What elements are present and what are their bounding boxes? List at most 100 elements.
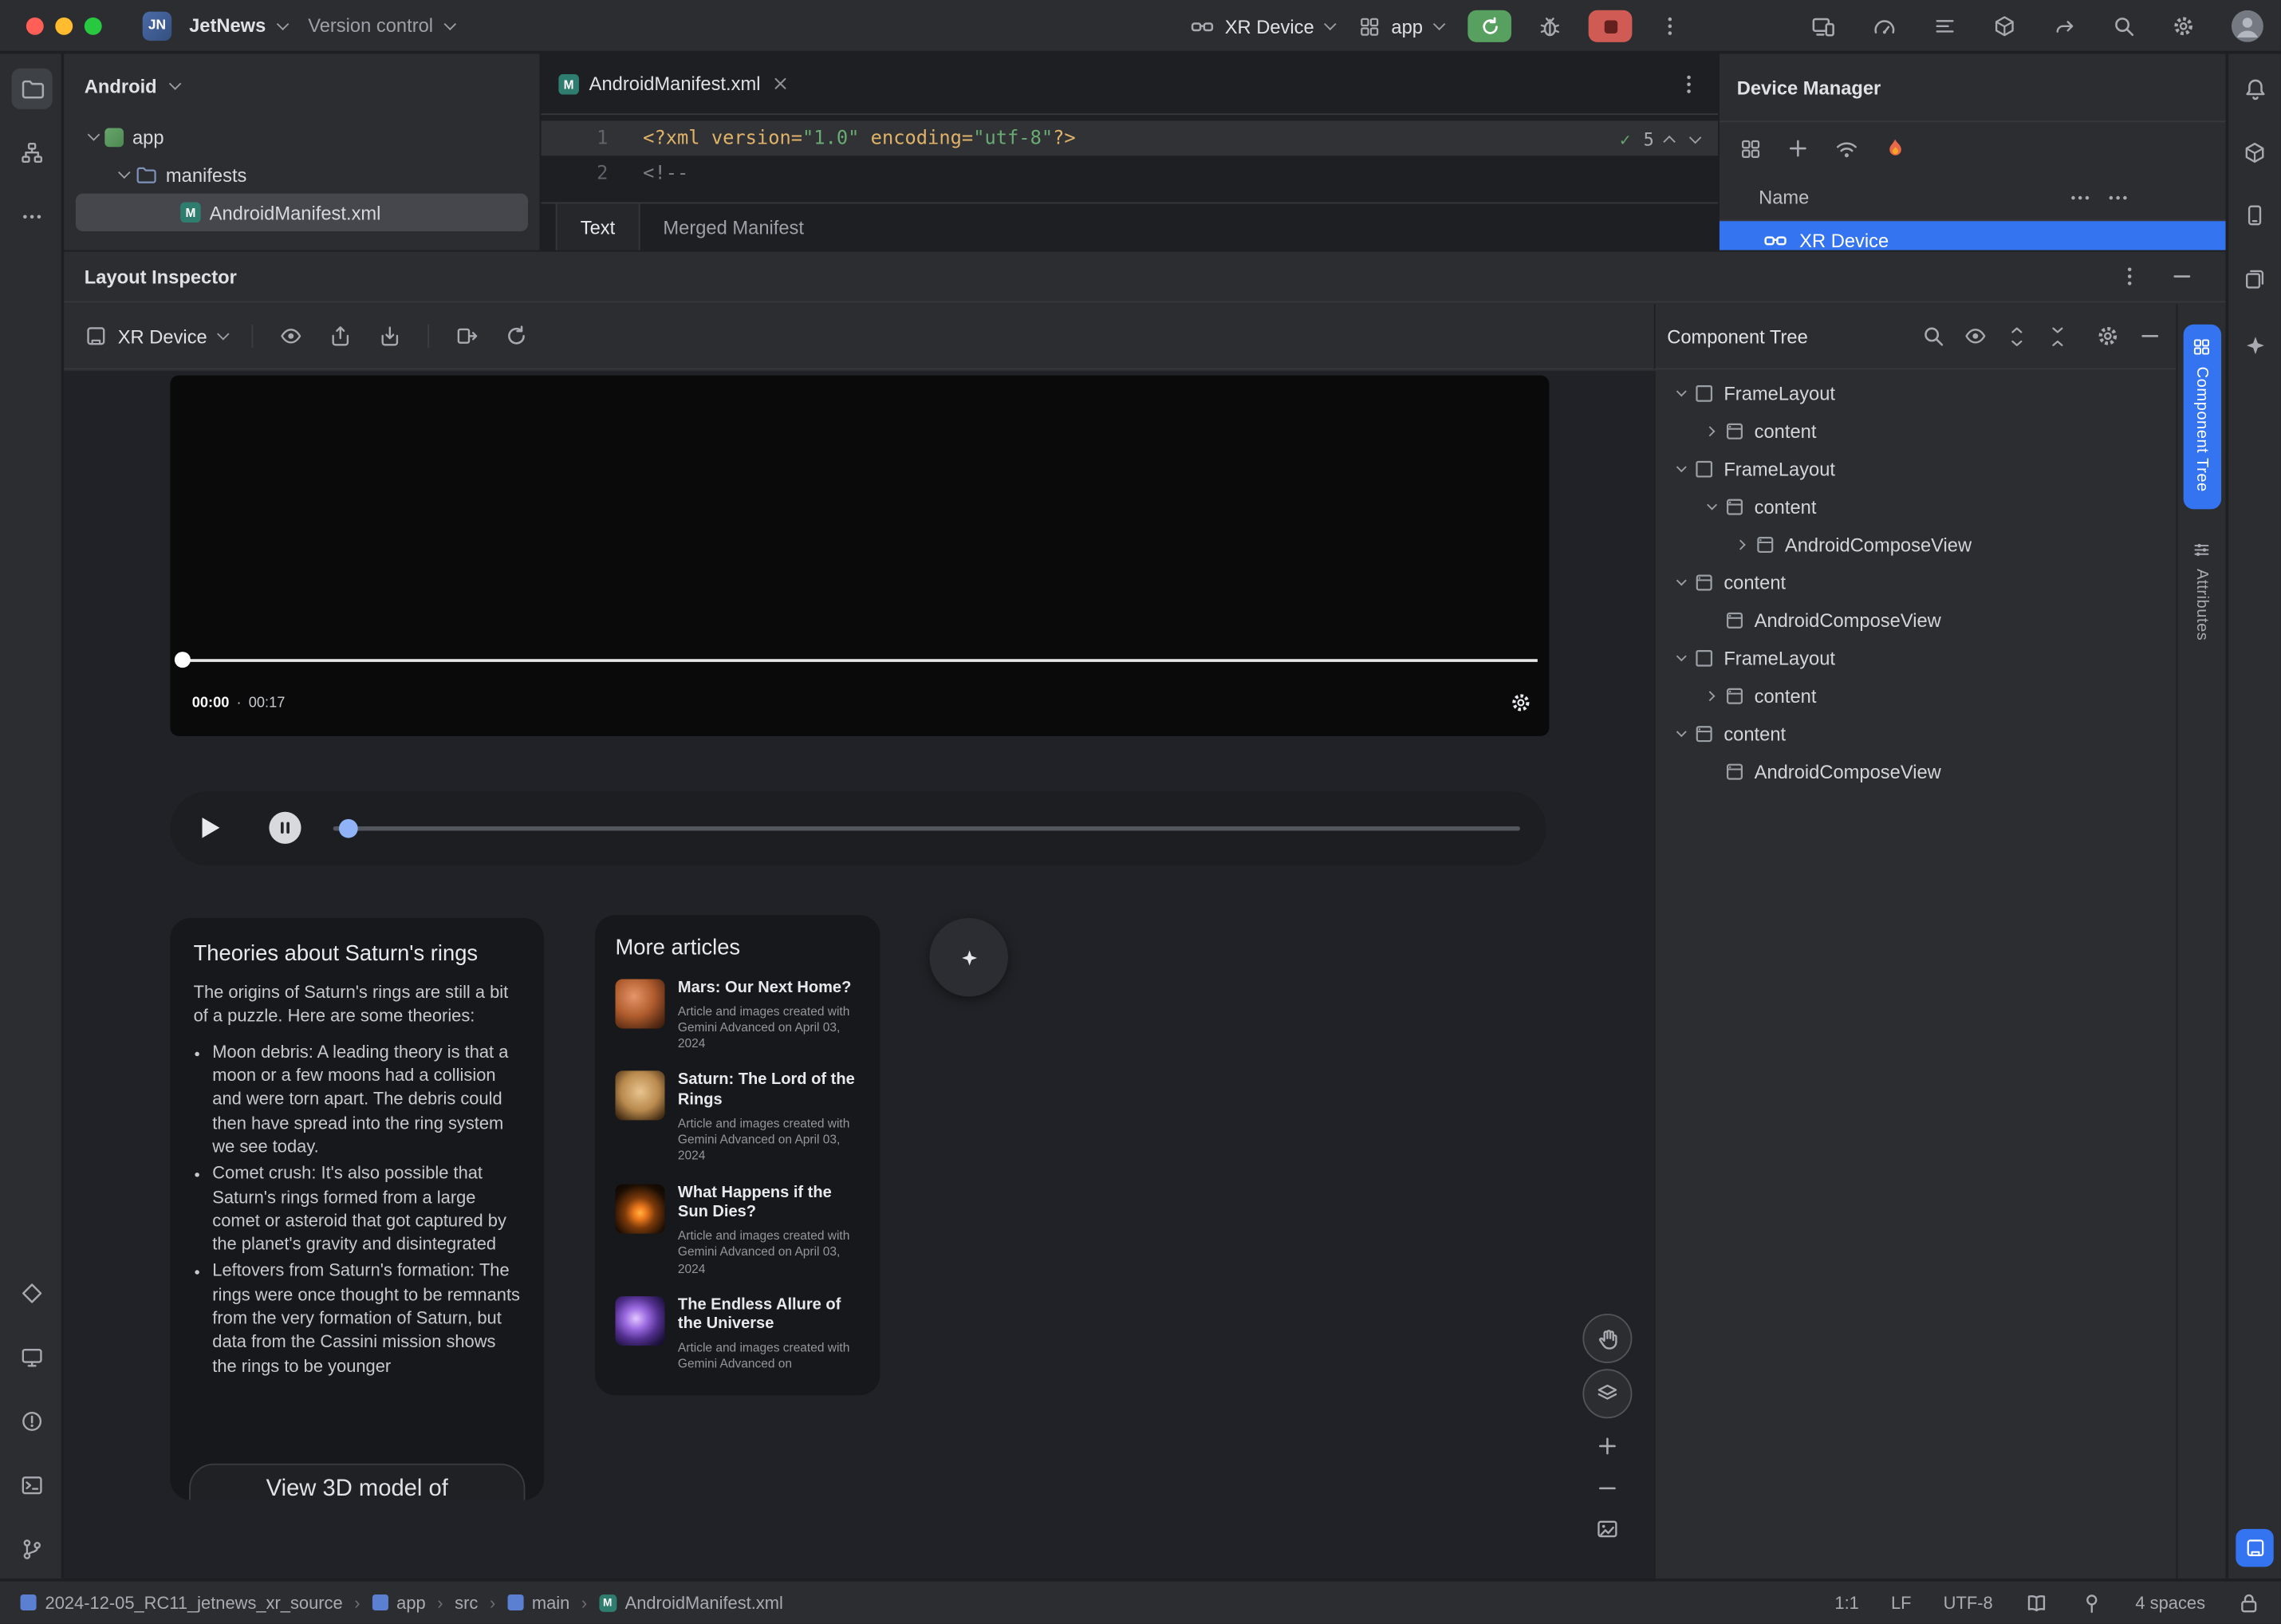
chevron-down-icon[interactable] (1667, 385, 1692, 396)
search-icon[interactable] (2112, 14, 2135, 37)
chevron-down-icon[interactable] (1697, 499, 1722, 510)
pin-icon[interactable] (2080, 1590, 2103, 1614)
component-tree-node[interactable]: FrameLayout (1656, 374, 2177, 412)
breadcrumb-item[interactable]: M AndroidManifest.xml (598, 1592, 783, 1613)
layout-inspector-button[interactable] (2236, 1528, 2274, 1567)
view-3d-model-button[interactable]: View 3D model of (189, 1463, 526, 1500)
row-options-icon[interactable] (2106, 186, 2129, 209)
close-window-button[interactable] (26, 16, 44, 34)
tree-settings-icon[interactable] (2096, 325, 2119, 348)
column-options-icon[interactable] (2069, 186, 2092, 209)
minimize-window-button[interactable] (55, 16, 73, 34)
zoom-window-button[interactable] (84, 16, 102, 34)
stop-button[interactable] (1588, 10, 1633, 42)
problems-button[interactable] (12, 1401, 53, 1441)
tab-text[interactable]: Text (555, 203, 640, 250)
gemini-button[interactable] (2235, 325, 2275, 365)
export-icon[interactable] (456, 325, 479, 348)
settings-icon[interactable] (2172, 14, 2195, 37)
breadcrumb-item[interactable]: 2024-12-05_RC11_jetnews_xr_source (20, 1592, 343, 1613)
code-line[interactable]: 2 <!-- (541, 156, 1718, 191)
debug-button[interactable] (1538, 14, 1562, 38)
refresh-icon[interactable] (506, 325, 529, 348)
inspector-device-selector[interactable]: XR Device (85, 325, 230, 348)
pause-button[interactable] (269, 811, 301, 844)
article-item[interactable]: The Endless Allure of the Universe Articl… (615, 1295, 860, 1374)
app-quality-insights-button[interactable] (12, 1273, 53, 1314)
structure-tool-button[interactable] (12, 132, 53, 173)
article-item[interactable]: What Happens if the Sun Dies? Article and… (615, 1183, 860, 1277)
component-tree-node[interactable]: FrameLayout (1656, 450, 2177, 487)
spatial-mode-button[interactable] (929, 917, 1008, 997)
tree-item-app[interactable]: app (64, 118, 539, 156)
project-tool-button[interactable] (11, 68, 53, 109)
editor-options-button[interactable] (1677, 72, 1700, 95)
pair-wifi-icon[interactable] (1834, 136, 1859, 161)
component-tree-node[interactable]: content (1656, 676, 2177, 714)
tree-item-manifests[interactable]: manifests (64, 156, 539, 193)
component-tree-node[interactable]: content (1656, 715, 2177, 752)
inspections-widget[interactable]: ✓ 5 (1620, 129, 1702, 150)
run-configuration-selector[interactable]: app (1359, 15, 1446, 37)
rerun-button[interactable] (1467, 10, 1512, 42)
device-row-xr-device[interactable]: XR Device (1719, 221, 2226, 250)
more-articles-card[interactable]: More articles Mars: Our Next Home? Articl… (594, 915, 880, 1396)
chevron-right-icon[interactable] (1697, 690, 1722, 701)
gradle-button[interactable] (2235, 132, 2275, 173)
search-icon[interactable] (1921, 325, 1944, 348)
code-area[interactable]: 1 <?xml version="1.0" encoding="utf-8"?> 2… (541, 115, 1719, 201)
project-selector[interactable]: JetNews (189, 14, 289, 37)
breadcrumb-item[interactable]: main (506, 1592, 569, 1613)
video-progress-knob[interactable] (174, 652, 191, 668)
device-selector[interactable]: XR Device (1190, 14, 1337, 38)
component-tree-node[interactable]: content (1656, 487, 2177, 525)
more-tool-windows-button[interactable] (12, 196, 53, 237)
minimize-panel-button[interactable] (2170, 265, 2193, 288)
running-devices-button[interactable] (12, 1337, 53, 1378)
snapshot-export-icon[interactable] (329, 325, 353, 348)
pan-mode-button[interactable] (1582, 1313, 1633, 1363)
hide-tree-icon[interactable] (2138, 325, 2161, 348)
component-tree-node[interactable]: AndroidComposeView (1656, 525, 2177, 562)
chevron-right-icon[interactable] (1697, 425, 1722, 436)
file-encoding[interactable]: UTF-8 (1944, 1592, 1993, 1613)
logcat-icon[interactable] (1933, 14, 1956, 37)
profile-avatar[interactable] (2231, 10, 2263, 42)
saturn-theories-card[interactable]: Theories about Saturn's rings The origin… (170, 917, 545, 1500)
chevron-right-icon[interactable] (1728, 538, 1753, 550)
expand-all-icon[interactable] (2006, 325, 2027, 347)
line-separator[interactable]: LF (1891, 1592, 1912, 1613)
breadcrumb-item[interactable]: src (455, 1592, 478, 1613)
filter-nodes-icon[interactable] (1964, 325, 1987, 348)
share-icon[interactable] (2053, 14, 2076, 37)
version-control-button[interactable] (12, 1529, 53, 1570)
tree-item-androidmanifest[interactable]: M AndroidManifest.xml (75, 193, 529, 232)
playback-bar[interactable] (170, 791, 1546, 866)
component-tree-node[interactable]: AndroidComposeView (1656, 752, 2177, 790)
tab-merged-manifest[interactable]: Merged Manifest (640, 203, 827, 250)
vcs-widget[interactable]: Version control (308, 14, 456, 37)
add-device-icon[interactable] (1787, 136, 1810, 160)
chevron-down-icon[interactable] (1667, 574, 1692, 585)
collapse-all-icon[interactable] (2047, 325, 2068, 347)
3d-mode-button[interactable] (1582, 1369, 1633, 1419)
tab-component-tree[interactable]: Component Tree (2182, 324, 2221, 510)
tab-attributes[interactable]: Attributes (2183, 527, 2220, 659)
component-tree-node[interactable]: AndroidComposeView (1656, 601, 2177, 638)
build-icon[interactable] (1993, 14, 2016, 37)
video-progress-bar[interactable] (181, 659, 1538, 662)
device-streaming-icon[interactable] (1811, 14, 1836, 38)
resource-manager-button[interactable] (2235, 259, 2275, 300)
article-item[interactable]: Saturn: The Lord of the Rings Article and… (615, 1071, 860, 1165)
component-tree-node[interactable]: content (1656, 412, 2177, 449)
group-devices-icon[interactable] (1739, 137, 1761, 159)
video-settings-icon[interactable] (1510, 691, 1531, 712)
seek-slider[interactable] (333, 826, 1520, 831)
snapshot-import-icon[interactable] (379, 325, 402, 348)
video-player[interactable]: 00:00 · 00:17 (170, 375, 1550, 736)
firebase-icon[interactable] (1884, 136, 1907, 160)
code-line[interactable]: 1 <?xml version="1.0" encoding="utf-8"?> (541, 120, 1719, 156)
component-tree-node[interactable]: content (1656, 563, 2177, 601)
more-actions-button[interactable] (1658, 14, 1681, 37)
reader-mode-icon[interactable] (2025, 1590, 2048, 1614)
